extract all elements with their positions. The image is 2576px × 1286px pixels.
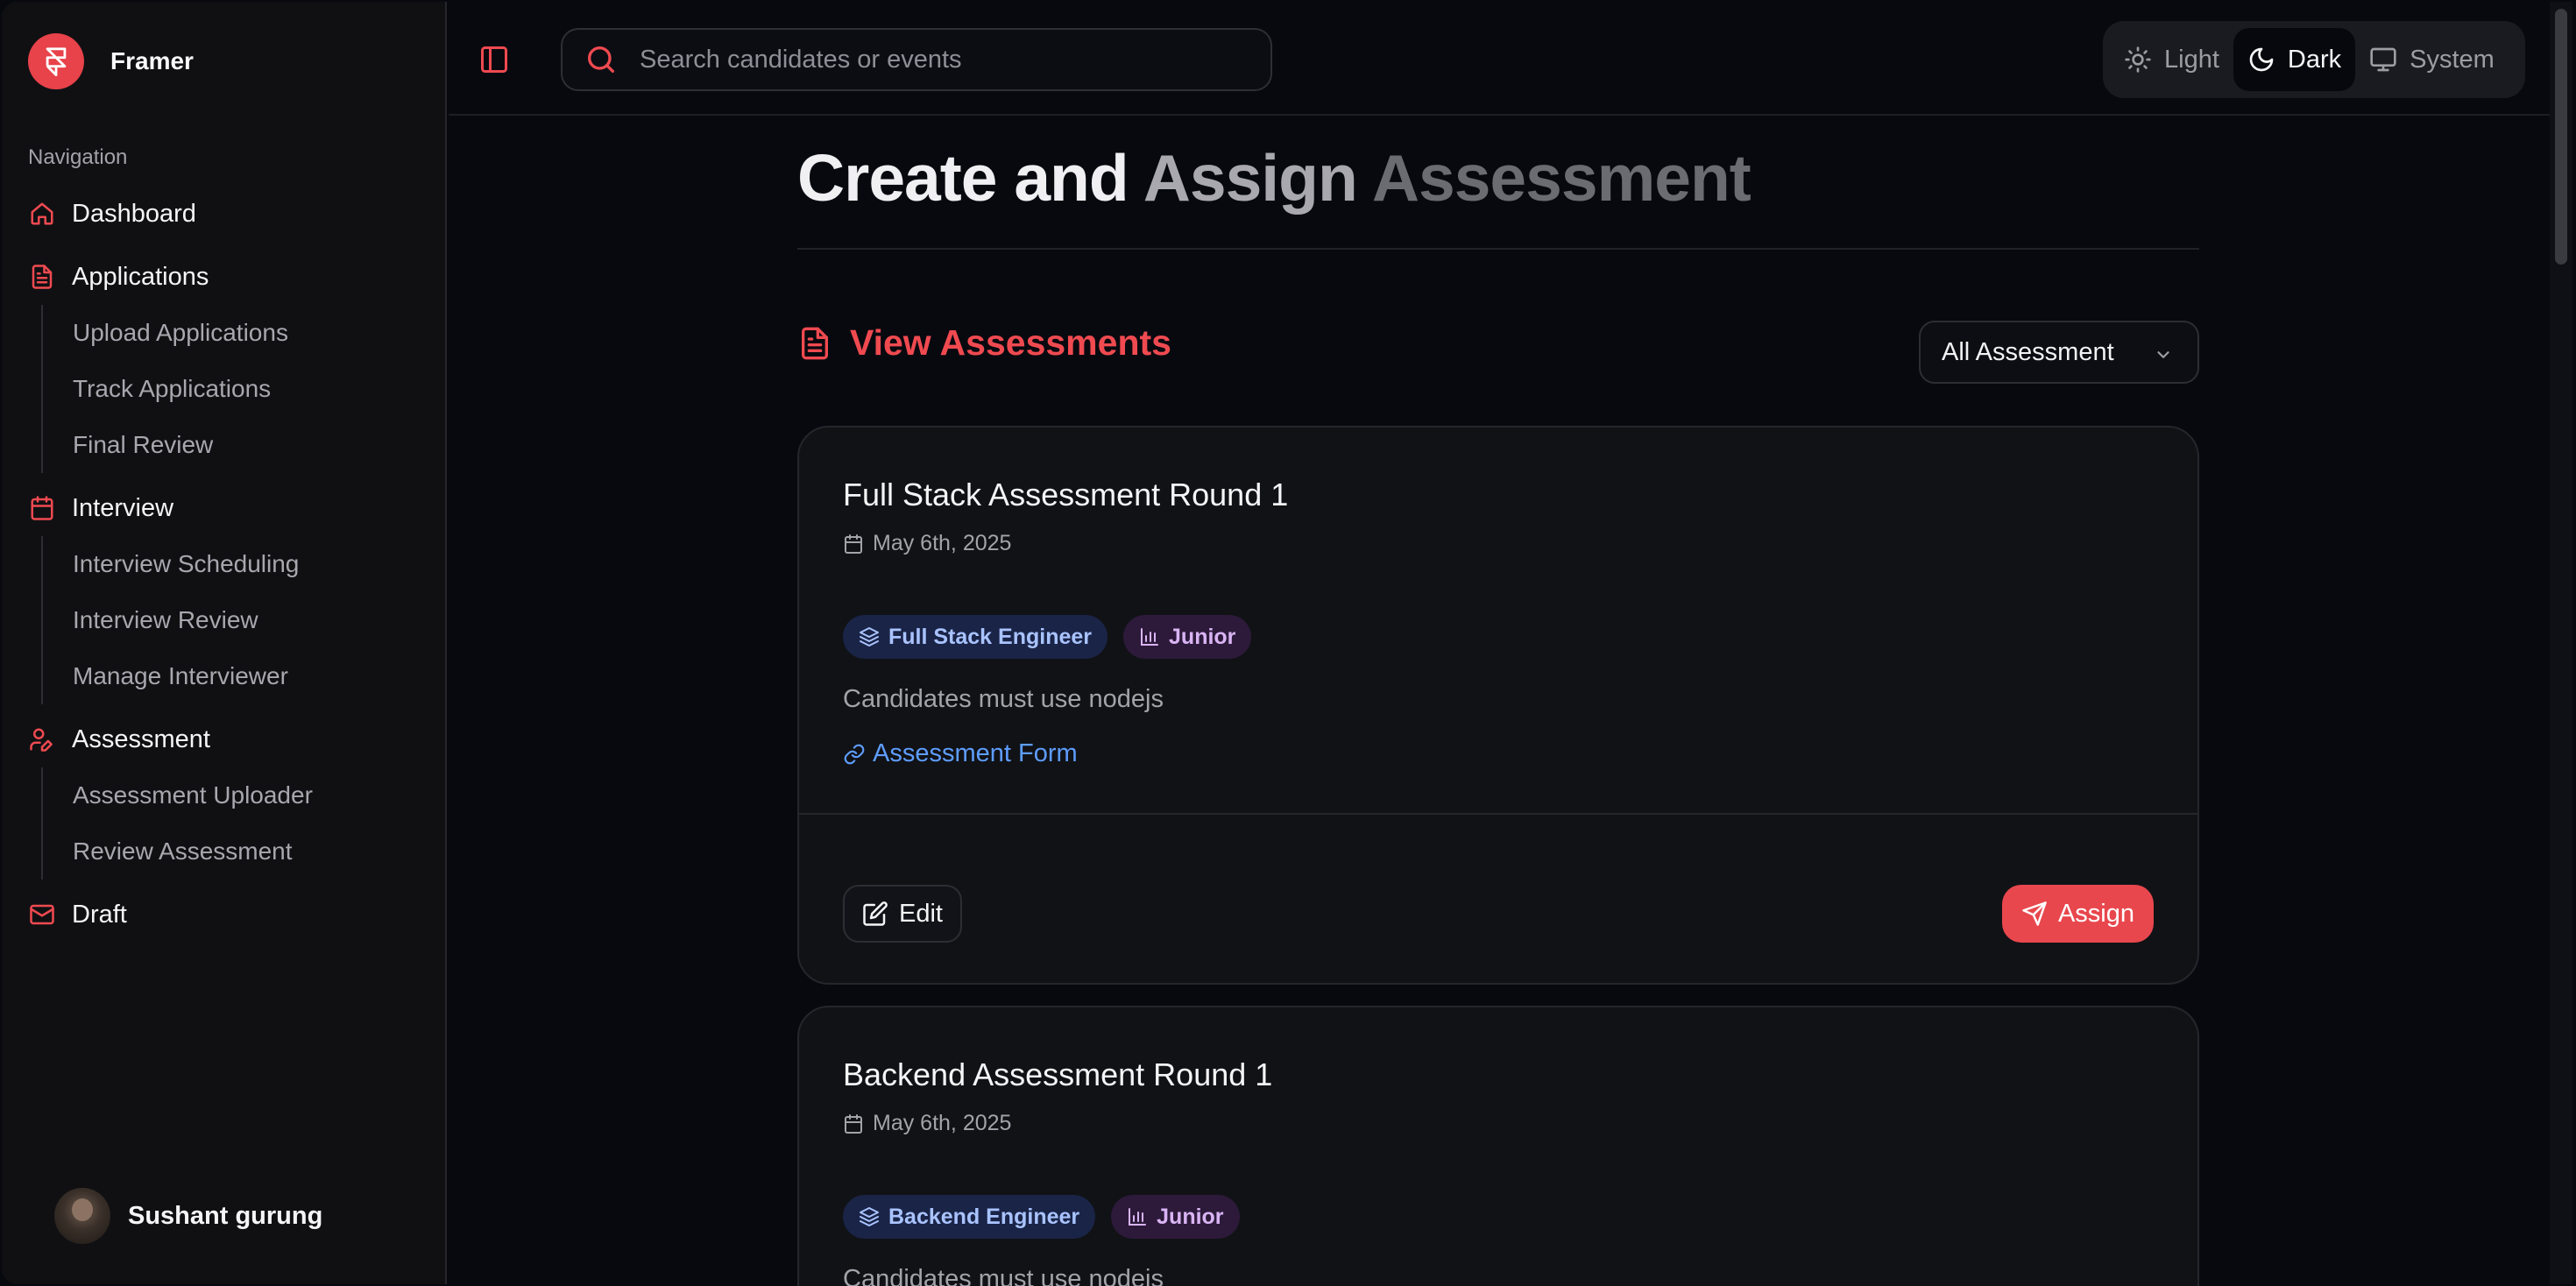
calendar-icon (28, 494, 56, 522)
sidebar-item-label: Interview (72, 493, 174, 522)
submenu-assessment: Assessment Uploader Review Assessment (41, 767, 313, 880)
sidebar-subitem-track-applications[interactable]: Track Applications (73, 375, 271, 403)
submenu-applications: Upload Applications Track Applications F… (41, 305, 288, 473)
document-icon (28, 263, 56, 291)
topbar: Light Dark System (449, 2, 2553, 116)
theme-option-label: Dark (2287, 45, 2342, 74)
card-divider (799, 813, 2197, 815)
assessment-date: May 6th, 2025 (843, 1111, 1011, 1136)
sidebar-subitem-final-review[interactable]: Final Review (73, 431, 213, 459)
home-icon (28, 200, 56, 228)
sidebar-item-dashboard[interactable]: Dashboard (28, 196, 196, 231)
section-header: View Assessments (797, 322, 1171, 364)
bar-chart-icon (1127, 1206, 1148, 1227)
moon-icon (2247, 46, 2275, 74)
theme-option-dark[interactable]: Dark (2233, 28, 2356, 91)
assessment-card: Full Stack Assessment Round 1 May 6th, 2… (797, 426, 2199, 985)
theme-option-label: System (2410, 45, 2495, 74)
filter-value: All Assessment (1942, 337, 2114, 366)
avatar (54, 1188, 110, 1244)
search-input[interactable] (640, 45, 1253, 74)
edit-icon (862, 901, 888, 927)
nav-heading: Navigation (28, 145, 128, 169)
assessment-filter-select[interactable]: All Assessment (1919, 321, 2199, 384)
search-bar[interactable] (561, 28, 1272, 91)
sidebar-item-label: Applications (72, 262, 209, 291)
bar-chart-icon (1139, 626, 1160, 647)
assessment-form-link[interactable]: Assessment Form (843, 739, 1078, 768)
sidebar-item-applications[interactable]: Applications (28, 259, 209, 294)
brand-name: Framer (110, 47, 194, 74)
scrollbar-thumb[interactable] (2555, 9, 2567, 265)
theme-switcher: Light Dark System (2103, 21, 2525, 98)
sidebar-item-assessment[interactable]: Assessment (28, 722, 210, 757)
assessment-title: Backend Assessment Round 1 (843, 1056, 1273, 1092)
layers-icon (859, 626, 880, 647)
chevron-down-icon (2154, 345, 2173, 364)
sidebar-item-draft[interactable]: Draft (28, 897, 127, 932)
assessment-card: Backend Assessment Round 1 May 6th, 2025… (797, 1006, 2199, 1286)
sidebar-toggle-icon[interactable] (478, 44, 510, 75)
sidebar-item-label: Draft (72, 900, 127, 929)
assign-button[interactable]: Assign (2001, 885, 2154, 943)
document-icon (797, 324, 832, 363)
user-pen-icon (28, 725, 56, 753)
assessment-title: Full Stack Assessment Round 1 (843, 477, 1289, 512)
title-divider (797, 248, 2199, 250)
sidebar-subitem-review-assessment[interactable]: Review Assessment (73, 837, 293, 866)
level-badge: Junior (1123, 615, 1252, 659)
theme-option-label: Light (2164, 45, 2219, 74)
assessment-description: Candidates must use nodejs (843, 1265, 1164, 1286)
search-icon (584, 42, 619, 77)
calendar-icon (843, 1113, 864, 1134)
user-profile[interactable]: Sushant gurung (54, 1188, 322, 1244)
sidebar-subitem-manage-interviewer[interactable]: Manage Interviewer (73, 662, 288, 690)
calendar-icon (843, 533, 864, 555)
monitor-icon (2369, 46, 2397, 74)
role-badge: Backend Engineer (843, 1195, 1096, 1239)
role-badge: Full Stack Engineer (843, 615, 1108, 659)
mail-icon (28, 901, 56, 929)
section-title: View Assessments (850, 322, 1171, 363)
sun-icon (2124, 46, 2152, 74)
edit-button[interactable]: Edit (843, 885, 962, 943)
assessment-badges: Backend Engineer Junior (843, 1195, 1256, 1239)
framer-logo-icon (28, 33, 84, 89)
assessment-badges: Full Stack Engineer Junior (843, 615, 1267, 659)
sidebar-subitem-interview-review[interactable]: Interview Review (73, 606, 258, 634)
sidebar-subitem-interview-scheduling[interactable]: Interview Scheduling (73, 550, 299, 578)
sidebar-subitem-assessment-uploader[interactable]: Assessment Uploader (73, 781, 313, 809)
user-name: Sushant gurung (128, 1201, 323, 1230)
sidebar-item-label: Assessment (72, 724, 210, 753)
sidebar: Framer Navigation Dashboard Applications… (2, 2, 447, 1284)
sidebar-subitem-upload-applications[interactable]: Upload Applications (73, 319, 288, 347)
send-icon (2021, 901, 2048, 927)
theme-option-light[interactable]: Light (2110, 28, 2233, 91)
submenu-interview: Interview Scheduling Interview Review Ma… (41, 536, 299, 704)
assessment-date: May 6th, 2025 (843, 531, 1011, 556)
page-title: Create and Assign Assessment (797, 141, 1752, 215)
sidebar-item-label: Dashboard (72, 199, 196, 228)
scrollbar[interactable] (2550, 2, 2572, 1284)
link-icon (843, 743, 866, 766)
level-badge: Junior (1111, 1195, 1240, 1239)
sidebar-item-interview[interactable]: Interview (28, 491, 173, 526)
assessment-description: Candidates must use nodejs (843, 685, 1164, 713)
layers-icon (859, 1206, 880, 1227)
brand[interactable]: Framer (28, 33, 194, 89)
theme-option-system[interactable]: System (2355, 28, 2509, 91)
